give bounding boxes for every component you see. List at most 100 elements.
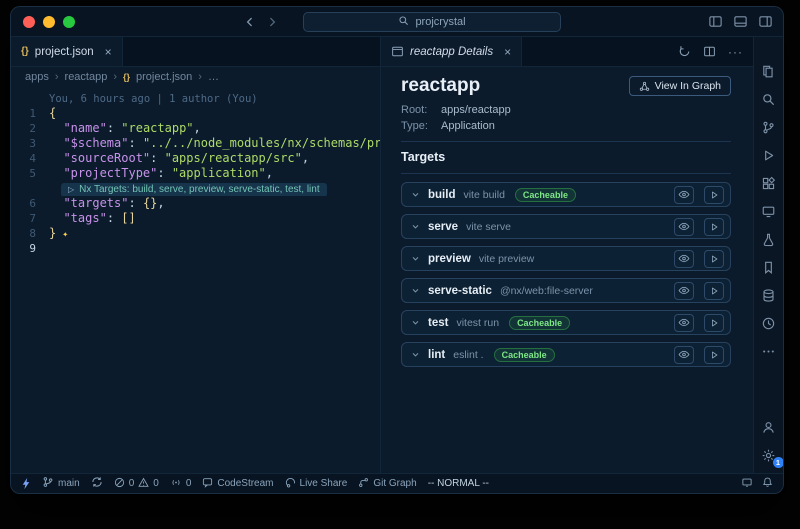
target-row-test[interactable]: testvitest runCacheable	[401, 310, 731, 335]
search-view-icon[interactable]	[754, 85, 784, 113]
more-actions-icon[interactable]: ···	[728, 45, 743, 59]
tab-project-json[interactable]: {} project.json ×	[11, 37, 123, 66]
run-target-button[interactable]	[704, 314, 724, 332]
target-row-serve[interactable]: servevite serve	[401, 214, 731, 239]
code-row: 2 "name": "reactapp",	[11, 121, 380, 136]
settings-gear-icon[interactable]: 1	[754, 441, 784, 469]
nav-back-button[interactable]	[243, 15, 257, 29]
code-area[interactable]: You, 6 hours ago | 1 author (You)1{2 "na…	[11, 87, 380, 473]
targets-list: buildvite buildCacheable servevite serve p…	[401, 182, 731, 367]
toggle-sidebar-left-icon[interactable]	[708, 14, 723, 29]
chevron-down-icon[interactable]	[411, 254, 420, 263]
breadcrumb-separator: ›	[198, 71, 202, 83]
remote-indicator[interactable]	[21, 477, 31, 490]
run-target-button[interactable]	[704, 250, 724, 268]
ports-status[interactable]: 0	[170, 477, 192, 491]
target-row-build[interactable]: buildvite buildCacheable	[401, 182, 731, 207]
more-views-icon[interactable]	[754, 337, 784, 365]
view-target-details-button[interactable]	[674, 218, 694, 236]
breadcrumb-separator: ›	[113, 71, 117, 83]
breadcrumb-item-apps[interactable]: apps	[25, 71, 49, 83]
codestream-status[interactable]: CodeStream	[202, 477, 273, 491]
close-tab-icon[interactable]: ×	[504, 45, 511, 59]
target-row-preview[interactable]: previewvite preview	[401, 246, 731, 271]
explorer-icon[interactable]	[754, 57, 784, 85]
view-target-details-button[interactable]	[674, 282, 694, 300]
view-target-details-button[interactable]	[674, 250, 694, 268]
code-row: 4 "sourceRoot": "apps/reactapp/src",	[11, 151, 380, 166]
tab-label: reactapp Details	[410, 46, 493, 58]
project-root-row: Root: apps/reactapp	[401, 104, 731, 116]
line-number: 6	[11, 196, 49, 211]
title-bar: projcrystal	[11, 7, 783, 37]
target-row-lint[interactable]: linteslint .Cacheable	[401, 342, 731, 367]
view-target-details-button[interactable]	[674, 314, 694, 332]
nx-targets-codelens[interactable]: ▷Nx Targets: build, serve, preview, serv…	[61, 183, 327, 197]
run-target-button[interactable]	[704, 218, 724, 236]
play-icon	[709, 350, 719, 360]
line-number: 3	[11, 136, 49, 151]
status-bar: main 0 0 0 CodeStream Live Share	[11, 473, 783, 493]
screencast-button[interactable]	[741, 477, 753, 491]
toggle-sidebar-right-icon[interactable]	[758, 14, 773, 29]
view-target-details-button[interactable]	[674, 186, 694, 204]
bookmarks-icon[interactable]	[754, 253, 784, 281]
editor-tab-bar-right: reactapp Details × ···	[381, 37, 753, 67]
divider	[401, 141, 731, 142]
maximize-window-button[interactable]	[63, 16, 75, 28]
breadcrumb-item-more[interactable]: …	[208, 71, 219, 83]
chevron-down-icon[interactable]	[411, 318, 420, 327]
close-window-button[interactable]	[23, 16, 35, 28]
command-center-search[interactable]: projcrystal	[303, 12, 561, 32]
chevron-down-icon[interactable]	[411, 190, 420, 199]
source-control-icon[interactable]	[754, 113, 784, 141]
run-debug-icon[interactable]	[754, 141, 784, 169]
timeline-icon[interactable]	[754, 309, 784, 337]
layout-controls	[708, 7, 773, 36]
live-share-status[interactable]: Live Share	[285, 477, 348, 491]
target-command: vite serve	[466, 221, 511, 233]
target-name: preview	[428, 253, 471, 265]
sync-button[interactable]	[91, 476, 103, 491]
chevron-down-icon[interactable]	[411, 286, 420, 295]
close-tab-icon[interactable]: ×	[105, 45, 112, 59]
git-branch-status[interactable]: main	[42, 476, 80, 491]
notifications-bell[interactable]	[762, 476, 773, 491]
code-row: You, 6 hours ago | 1 author (You)	[11, 91, 380, 106]
graph-icon	[639, 81, 650, 92]
target-row-serve-static[interactable]: serve-static@nx/web:file-server	[401, 278, 731, 303]
json-file-icon: {}	[21, 46, 29, 57]
run-target-button[interactable]	[704, 186, 724, 204]
play-icon	[709, 222, 719, 232]
view-target-details-button[interactable]	[674, 346, 694, 364]
chevron-down-icon[interactable]	[411, 350, 420, 359]
chevron-down-icon[interactable]	[411, 222, 420, 231]
view-in-graph-button[interactable]: View In Graph	[629, 76, 731, 96]
toggle-panel-icon[interactable]	[733, 14, 748, 29]
run-target-button[interactable]	[704, 282, 724, 300]
minimize-window-button[interactable]	[43, 16, 55, 28]
run-target-button[interactable]	[704, 346, 724, 364]
remote-explorer-icon[interactable]	[754, 197, 784, 225]
database-icon[interactable]	[754, 281, 784, 309]
breadcrumb-item-file[interactable]: project.json	[136, 71, 192, 83]
history-nav	[243, 7, 279, 36]
target-command: eslint .	[453, 349, 483, 361]
accounts-icon[interactable]	[754, 413, 784, 441]
editor-tab-bar-left: {} project.json ×	[11, 37, 380, 67]
testing-icon[interactable]	[754, 225, 784, 253]
extensions-icon[interactable]	[754, 169, 784, 197]
target-command: @nx/web:file-server	[500, 285, 593, 297]
breadcrumb-item-reactapp[interactable]: reactapp	[65, 71, 108, 83]
refresh-icon[interactable]	[678, 45, 691, 58]
git-graph-status[interactable]: Git Graph	[358, 477, 416, 491]
code-row: 6 "targets": {},	[11, 196, 380, 211]
nav-forward-button[interactable]	[265, 15, 279, 29]
target-command: vite build	[463, 189, 504, 201]
target-command: vitest run	[456, 317, 499, 329]
tab-reactapp-details[interactable]: reactapp Details ×	[381, 37, 522, 66]
split-editor-icon[interactable]	[703, 45, 716, 58]
eye-icon	[678, 189, 690, 200]
problems-status[interactable]: 0 0	[114, 477, 159, 491]
live-share-icon	[285, 477, 296, 491]
